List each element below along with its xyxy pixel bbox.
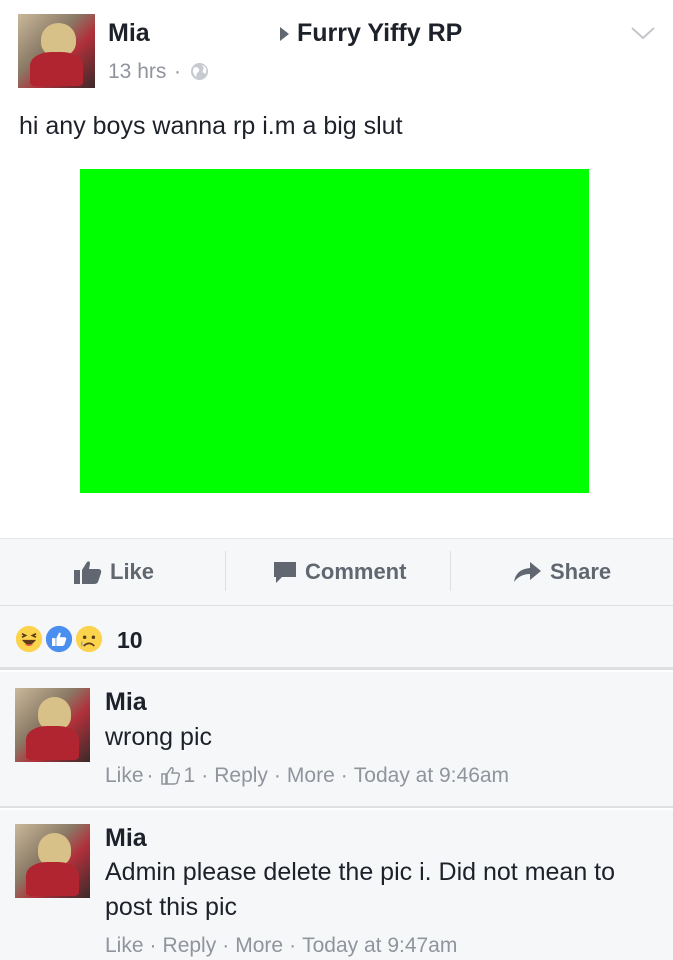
separator-dot: ·	[222, 934, 230, 957]
comment-author-avatar[interactable]	[15, 688, 90, 762]
post-timestamp[interactable]: 13 hrs	[108, 60, 166, 84]
avatar-figure	[37, 832, 72, 867]
comment-like-link[interactable]: Like	[105, 764, 144, 788]
group-name[interactable]: Furry Yiffy RP	[297, 19, 462, 48]
comment-meta: Like · Reply · More · Today at 9:47am	[105, 934, 457, 958]
share-button-label: Share	[550, 559, 612, 584]
avatar-figure	[37, 696, 72, 731]
comment-author-name[interactable]: Mia	[105, 824, 147, 853]
like-button-label: Like	[110, 559, 155, 584]
thumbs-up-outline-icon	[160, 767, 180, 785]
post-author-name[interactable]: Mia	[108, 19, 150, 48]
separator-dot: ·	[146, 764, 154, 787]
comment-reply-link[interactable]: Reply	[214, 764, 268, 788]
comment-button-label: Comment	[305, 559, 407, 584]
post-image[interactable]	[80, 169, 589, 493]
comment-text: wrong pic	[105, 723, 212, 751]
arrow-right-icon	[280, 27, 289, 41]
comment-text: Admin please delete the pic i. Did not m…	[105, 858, 616, 921]
avatar-body	[26, 862, 79, 896]
comment-author-avatar[interactable]	[15, 824, 90, 898]
separator-dot: ·	[273, 764, 281, 787]
separator-dot: ·	[174, 60, 181, 83]
comment-like-link[interactable]: Like	[105, 934, 144, 958]
reactions-summary[interactable]: 10	[0, 606, 673, 670]
comment-reply-link[interactable]: Reply	[163, 934, 217, 958]
avatar-figure	[41, 22, 76, 57]
comment: Mia Admin please delete the pic i. Did n…	[0, 810, 673, 960]
avatar-body	[26, 726, 79, 760]
globe-icon[interactable]	[190, 62, 209, 81]
like-icon	[43, 623, 75, 655]
share-button[interactable]: Share	[512, 539, 611, 605]
comment-more-link[interactable]: More	[287, 764, 335, 788]
post-text: hi any boys wanna rp i.m a big slut	[19, 112, 403, 140]
comment-timestamp[interactable]: Today at 9:47am	[302, 934, 457, 958]
separator-dot: ·	[289, 934, 297, 957]
comment-timestamp[interactable]: Today at 9:46am	[354, 764, 509, 788]
post-action-bar: Like Comment Share	[0, 538, 673, 606]
avatar-body	[29, 52, 84, 86]
reaction-count[interactable]: 10	[117, 627, 143, 654]
haha-icon	[13, 623, 45, 655]
separator-dot: ·	[149, 934, 157, 957]
separator-dot: ·	[340, 764, 348, 787]
post-header: Mia Furry Yiffy RP 13 hrs ·	[0, 0, 673, 100]
sad-icon	[73, 623, 105, 655]
comment-author-name[interactable]: Mia	[105, 688, 147, 717]
comment-more-link[interactable]: More	[235, 934, 283, 958]
chevron-down-icon[interactable]	[630, 24, 656, 42]
author-avatar[interactable]	[18, 14, 95, 88]
thumbs-up-icon	[74, 561, 102, 584]
like-button[interactable]: Like	[74, 539, 154, 605]
divider	[225, 551, 226, 591]
share-arrow-icon	[514, 562, 541, 582]
divider	[450, 551, 451, 591]
comment-like-count[interactable]: 1	[184, 764, 196, 788]
comment-meta: Like · 1 · Reply · More · Today at 9:46a…	[105, 764, 509, 788]
separator-dot: ·	[201, 764, 209, 787]
comment-icon	[274, 562, 296, 583]
comment-button[interactable]: Comment	[273, 539, 406, 605]
comment: Mia wrong pic Like · 1 · Reply · More · …	[0, 672, 673, 808]
